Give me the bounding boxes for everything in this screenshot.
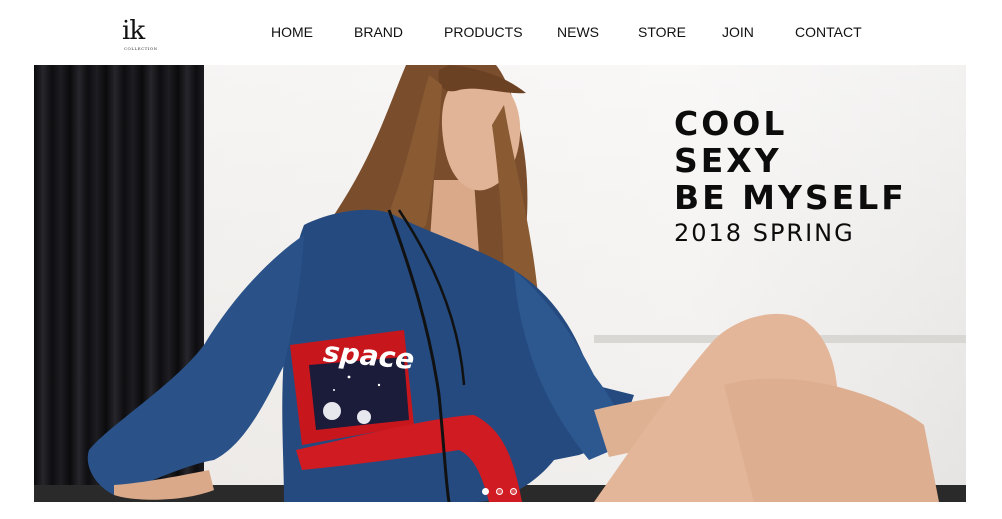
site-header: ik COLLECTION HOME BRAND PRODUCTS NEWS S… (0, 0, 1002, 64)
headline-line-3: BE MYSELF (674, 178, 907, 217)
nav-item-products[interactable]: PRODUCTS (444, 23, 523, 41)
headline-line-2: SEXY (674, 141, 782, 180)
headline-season: 2018 SPRING (674, 219, 855, 247)
slider-dot-2[interactable] (496, 488, 503, 495)
hero-banner[interactable]: space COOL SEXY BE MYSELF 2018 SPRING (34, 65, 966, 502)
nav-item-join[interactable]: JOIN (722, 23, 754, 41)
hero-headline: COOL SEXY BE MYSELF 2018 SPRING (674, 105, 954, 248)
nav-item-news[interactable]: NEWS (557, 23, 599, 41)
nav-item-brand[interactable]: BRAND (354, 23, 403, 41)
slider-dot-3[interactable] (510, 488, 517, 495)
nav-item-home[interactable]: HOME (271, 23, 313, 41)
main-nav: HOME BRAND PRODUCTS NEWS STORE JOIN CONT… (0, 0, 1002, 64)
headline-line-1: COOL (674, 104, 788, 143)
slider-dot-1[interactable] (482, 488, 489, 495)
nav-item-store[interactable]: STORE (638, 23, 686, 41)
nav-item-contact[interactable]: CONTACT (795, 23, 862, 41)
